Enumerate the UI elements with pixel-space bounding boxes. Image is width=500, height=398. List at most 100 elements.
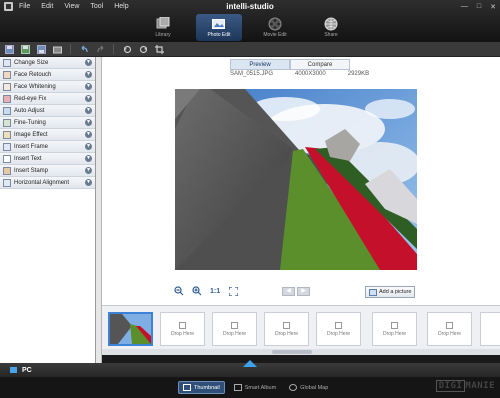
panel-item-red-eye-fix[interactable]: Red-eye Fix ▼ [0, 93, 95, 105]
panel-item-face-retouch[interactable]: Face Retouch ▼ [0, 69, 95, 81]
maximize-icon[interactable]: □ [477, 3, 481, 11]
mode-tabs: Library Photo Edit Movie Edit Share [140, 14, 354, 41]
tab-movie-edit-label: Movie Edit [263, 32, 287, 38]
file-size: 2929KB [347, 71, 370, 77]
chevron-down-icon[interactable]: ▼ [85, 143, 92, 150]
tab-photo-edit[interactable]: Photo Edit [196, 14, 242, 41]
actual-size-button[interactable]: 1:1 [210, 288, 220, 295]
drop-slot[interactable]: Drop Here [427, 312, 472, 346]
face-whitening-icon [3, 82, 11, 91]
bottom-bar: Thumbnail Smart Album Global Map DIGI MAN… [0, 377, 500, 398]
panel-item-insert-text[interactable]: Insert Text ▼ [0, 153, 95, 165]
filmstrip-scrollbar[interactable] [102, 349, 500, 355]
tab-photo-edit-label: Photo Edit [207, 32, 231, 38]
next-arrow-icon[interactable]: ▶ [297, 287, 310, 296]
tab-global-map-label: Global Map [300, 384, 329, 391]
image-nav: ◀ ▶ [282, 287, 310, 296]
tab-library[interactable]: Library [140, 14, 186, 41]
tab-global-map[interactable]: Global Map [285, 381, 332, 394]
zoom-out-icon[interactable] [174, 286, 184, 296]
panel-item-insert-frame[interactable]: Insert Frame ▼ [0, 141, 95, 153]
film-reel-icon [267, 16, 283, 31]
drop-slot-label: Drop Here [222, 330, 247, 337]
thumbnail-selected[interactable] [108, 312, 153, 346]
tab-movie-edit[interactable]: Movie Edit [252, 14, 298, 41]
panel-item-image-effect[interactable]: Image Effect ▼ [0, 129, 95, 141]
title-bar: File Edit View Tool Help intelli-studio … [0, 0, 500, 42]
chevron-down-icon[interactable]: ▼ [85, 167, 92, 174]
panel-item-fine-tuning[interactable]: Fine-Tuning ▼ [0, 117, 95, 129]
expand-up-icon[interactable] [243, 360, 257, 367]
photo-edit-icon [211, 16, 227, 31]
watermark-part1: DIGI [435, 380, 466, 392]
tab-smart-album[interactable]: Smart Album [230, 381, 280, 394]
tab-compare[interactable]: Compare [290, 59, 350, 70]
drop-target-icon [283, 321, 290, 329]
panel-item-horizontal-alignment[interactable]: Horizontal Alignment ▼ [0, 177, 95, 189]
panel-item-label: Face Retouch [14, 71, 52, 78]
drop-slot-label: Drop Here [382, 330, 407, 337]
add-picture-button[interactable]: Add a picture [365, 286, 415, 298]
redo-icon[interactable] [95, 44, 105, 54]
scrollbar-thumb[interactable] [272, 350, 312, 354]
chevron-down-icon[interactable]: ▼ [85, 119, 92, 126]
resize-icon [3, 58, 11, 67]
tab-thumbnail-label: Thumbnail [194, 384, 220, 391]
chevron-down-icon[interactable]: ▼ [85, 155, 92, 162]
crop-icon[interactable] [154, 44, 164, 54]
panel-item-label: Auto Adjust [14, 107, 45, 114]
fit-screen-icon[interactable] [228, 286, 238, 296]
tab-thumbnail[interactable]: Thumbnail [178, 381, 225, 394]
panel-item-label: Insert Frame [14, 143, 49, 150]
align-icon [3, 178, 11, 187]
chevron-down-icon[interactable]: ▼ [85, 95, 92, 102]
smart-album-icon [233, 384, 242, 391]
drop-slot-partial[interactable] [480, 312, 500, 346]
tab-smart-album-label: Smart Album [244, 384, 277, 391]
zoom-in-icon[interactable] [192, 286, 202, 296]
panel-item-change-size[interactable]: Change Size ▼ [0, 57, 95, 69]
minimize-icon[interactable]: — [461, 3, 468, 11]
stamp-icon [3, 166, 11, 175]
save-icon[interactable] [4, 44, 14, 54]
save-as-icon[interactable] [20, 44, 30, 54]
close-icon[interactable]: ✕ [490, 3, 496, 11]
globe-icon [289, 384, 298, 391]
export-icon[interactable] [52, 44, 62, 54]
panel-item-face-whitening[interactable]: Face Whitening ▼ [0, 81, 95, 93]
drop-target-icon [335, 321, 342, 329]
chevron-down-icon[interactable]: ▼ [85, 107, 92, 114]
drop-target-icon [446, 321, 453, 329]
file-info: SAM_0515.JPG 4000X3000 2929KB [230, 71, 369, 77]
undo-icon[interactable] [79, 44, 89, 54]
text-icon [3, 154, 11, 163]
drop-slot[interactable]: Drop Here [372, 312, 417, 346]
watermark-logo: DIGI MANIE [435, 380, 495, 392]
tab-preview[interactable]: Preview [230, 59, 290, 70]
chevron-down-icon[interactable]: ▼ [85, 179, 92, 186]
panel-item-auto-adjust[interactable]: Auto Adjust ▼ [0, 105, 95, 117]
pc-label: PC [22, 366, 32, 374]
drop-slot[interactable]: Drop Here [316, 312, 361, 346]
panel-item-label: Change Size [14, 59, 49, 66]
panel-item-label: Insert Stamp [14, 167, 49, 174]
tab-share[interactable]: Share [308, 14, 354, 41]
save-all-icon[interactable] [36, 44, 46, 54]
pc-icon [10, 367, 17, 373]
drop-slot-label: Drop Here [170, 330, 195, 337]
panel-item-insert-stamp[interactable]: Insert Stamp ▼ [0, 165, 95, 177]
face-retouch-icon [3, 70, 11, 79]
chevron-down-icon[interactable]: ▼ [85, 59, 92, 66]
file-name: SAM_0515.JPG [230, 71, 274, 77]
drop-slot[interactable]: Drop Here [160, 312, 205, 346]
rotate-right-icon[interactable] [138, 44, 148, 54]
previous-arrow-icon[interactable]: ◀ [282, 287, 295, 296]
chevron-down-icon[interactable]: ▼ [85, 83, 92, 90]
rotate-left-icon[interactable] [122, 44, 132, 54]
photo-preview[interactable] [175, 89, 417, 270]
chevron-down-icon[interactable]: ▼ [85, 71, 92, 78]
drop-slot[interactable]: Drop Here [264, 312, 309, 346]
chevron-down-icon[interactable]: ▼ [85, 131, 92, 138]
drop-slot[interactable]: Drop Here [212, 312, 257, 346]
thumbnail-icon [183, 384, 191, 391]
